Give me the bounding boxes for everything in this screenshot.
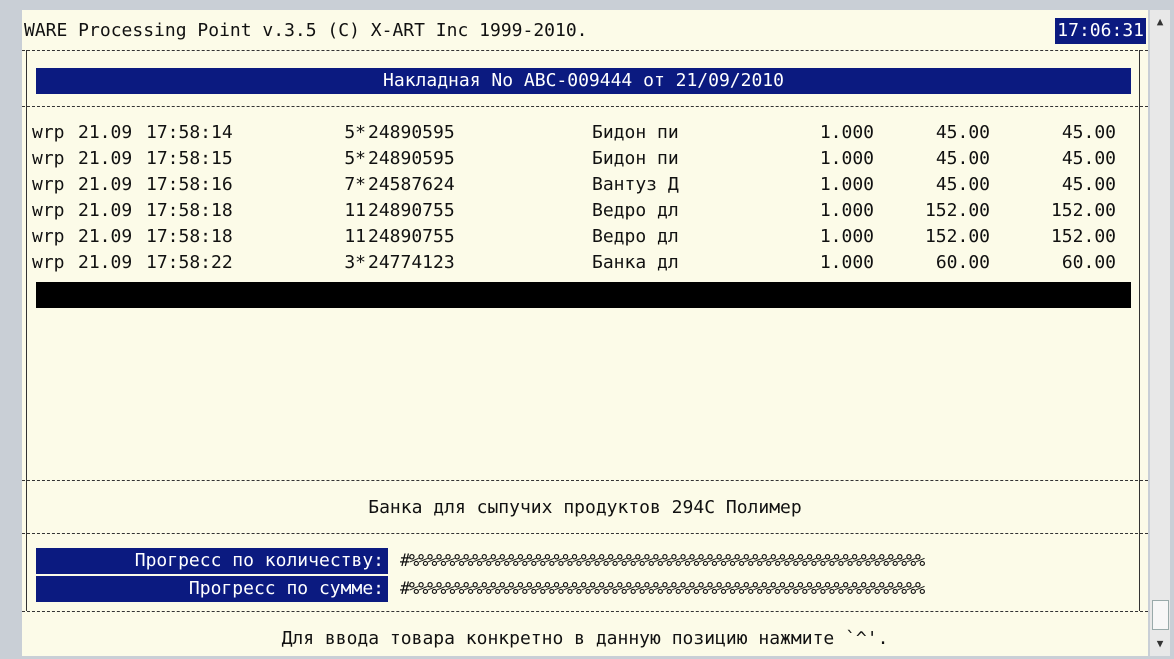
row-barcode: 24774123	[368, 252, 455, 273]
scroll-up-arrow-icon[interactable]: ▲	[1150, 12, 1170, 32]
vertical-scrollbar[interactable]: ▲ ▼	[1150, 10, 1170, 656]
scroll-down-arrow-icon[interactable]: ▼	[1150, 634, 1170, 654]
row-user: wrp	[32, 226, 65, 247]
row-time: 17:58:18	[146, 200, 233, 221]
row-qty: 1.000	[819, 174, 874, 195]
separator-description	[22, 533, 1148, 535]
row-name: Ведро дл	[592, 200, 679, 221]
hint-line: Для ввода товара конкретно в данную пози…	[281, 628, 889, 649]
row-sum: 152.00	[1050, 200, 1116, 221]
row-date: 21.09	[78, 122, 133, 143]
row-date: 21.09	[78, 148, 133, 169]
invoice-header: Накладная No ABC-009444 от 21/09/2010	[36, 68, 1131, 94]
row-qty: 1.000	[819, 148, 874, 169]
row-sum: 152.00	[1050, 226, 1116, 247]
scroll-thumb[interactable]	[1152, 600, 1169, 630]
title-bar: WARE Processing Point v.3.5 (C) X-ART In…	[22, 18, 1148, 46]
row-sum: 45.00	[1061, 148, 1116, 169]
row-price: 45.00	[935, 148, 990, 169]
row-user: wrp	[32, 122, 65, 143]
row-barcode: 24587624	[368, 174, 455, 195]
row-date: 21.09	[78, 252, 133, 273]
console-window: WARE Processing Point v.3.5 (C) X-ART In…	[0, 0, 1174, 659]
row-name: Бидон пи	[592, 148, 679, 169]
item-description: Банка для сыпучих продуктов 294С Полимер	[368, 497, 802, 518]
row-price: 60.00	[935, 252, 990, 273]
separator-top	[22, 50, 1148, 52]
row-qty-code: 7*	[344, 174, 366, 195]
row-sum: 45.00	[1061, 174, 1116, 195]
table-row[interactable]: wrp 21.09 17:58:22 3* 24774123 Банка дл 1.000 6…	[22, 250, 1148, 275]
table-row[interactable]: wrp 21.09 17:58:16 7* 24587624 Вантуз Д 1.000 4…	[22, 172, 1148, 197]
separator-list	[22, 480, 1148, 482]
row-qty-code: 3*	[344, 252, 366, 273]
row-qty-code: 5*	[344, 122, 366, 143]
row-date: 21.09	[78, 200, 133, 221]
row-name: Бидон пи	[592, 122, 679, 143]
row-qty: 1.000	[819, 226, 874, 247]
row-user: wrp	[32, 174, 65, 195]
progress-sum-label: Прогресс по сумме:	[36, 576, 388, 602]
row-date: 21.09	[78, 174, 133, 195]
row-qty: 1.000	[819, 122, 874, 143]
row-user: wrp	[32, 252, 65, 273]
row-sum: 60.00	[1061, 252, 1116, 273]
row-barcode: 24890755	[368, 200, 455, 221]
table-row[interactable]: wrp 21.09 17:58:14 5* 24890595 Бидон пи 1.000 4…	[22, 120, 1148, 145]
row-qty-code: 5*	[344, 148, 366, 169]
clock: 17:06:31	[1055, 18, 1146, 44]
progress-sum-bar: #%%%%%%%%%%%%%%%%%%%%%%%%%%%%%%%%%%%%%%%…	[400, 579, 925, 599]
row-price: 152.00	[924, 200, 990, 221]
row-time: 17:58:22	[146, 252, 233, 273]
row-qty: 1.000	[819, 252, 874, 273]
app-title: WARE Processing Point v.3.5 (C) X-ART In…	[24, 20, 588, 41]
row-user: wrp	[32, 148, 65, 169]
row-qty-code: 11	[344, 226, 366, 247]
row-barcode: 24890595	[368, 148, 455, 169]
separator-progress	[22, 611, 1148, 613]
progress-quantity-label: Прогресс по количеству:	[36, 548, 388, 574]
table-row[interactable]: wrp 21.09 17:58:18 11 24890755 Ведро дл 1.000 1…	[22, 198, 1148, 223]
row-time: 17:58:14	[146, 122, 233, 143]
row-barcode: 24890755	[368, 226, 455, 247]
progress-quantity-bar: #%%%%%%%%%%%%%%%%%%%%%%%%%%%%%%%%%%%%%%%…	[400, 551, 925, 571]
row-sum: 45.00	[1061, 122, 1116, 143]
row-qty-code: 11	[344, 200, 366, 221]
row-time: 17:58:18	[146, 226, 233, 247]
table-row[interactable]: wrp 21.09 17:58:15 5* 24890595 Бидон пи 1.000 4…	[22, 146, 1148, 171]
row-name: Банка дл	[592, 252, 679, 273]
cursor-row[interactable]	[36, 282, 1131, 308]
row-qty: 1.000	[819, 200, 874, 221]
row-price: 152.00	[924, 226, 990, 247]
row-time: 17:58:15	[146, 148, 233, 169]
row-date: 21.09	[78, 226, 133, 247]
table-row[interactable]: wrp 21.09 17:58:18 11 24890755 Ведро дл 1.000 1…	[22, 224, 1148, 249]
row-user: wrp	[32, 200, 65, 221]
row-barcode: 24890595	[368, 122, 455, 143]
separator-header	[22, 106, 1148, 108]
row-name: Вантуз Д	[592, 174, 679, 195]
row-name: Ведро дл	[592, 226, 679, 247]
row-time: 17:58:16	[146, 174, 233, 195]
terminal-screen[interactable]: WARE Processing Point v.3.5 (C) X-ART In…	[22, 10, 1148, 656]
row-price: 45.00	[935, 174, 990, 195]
row-price: 45.00	[935, 122, 990, 143]
